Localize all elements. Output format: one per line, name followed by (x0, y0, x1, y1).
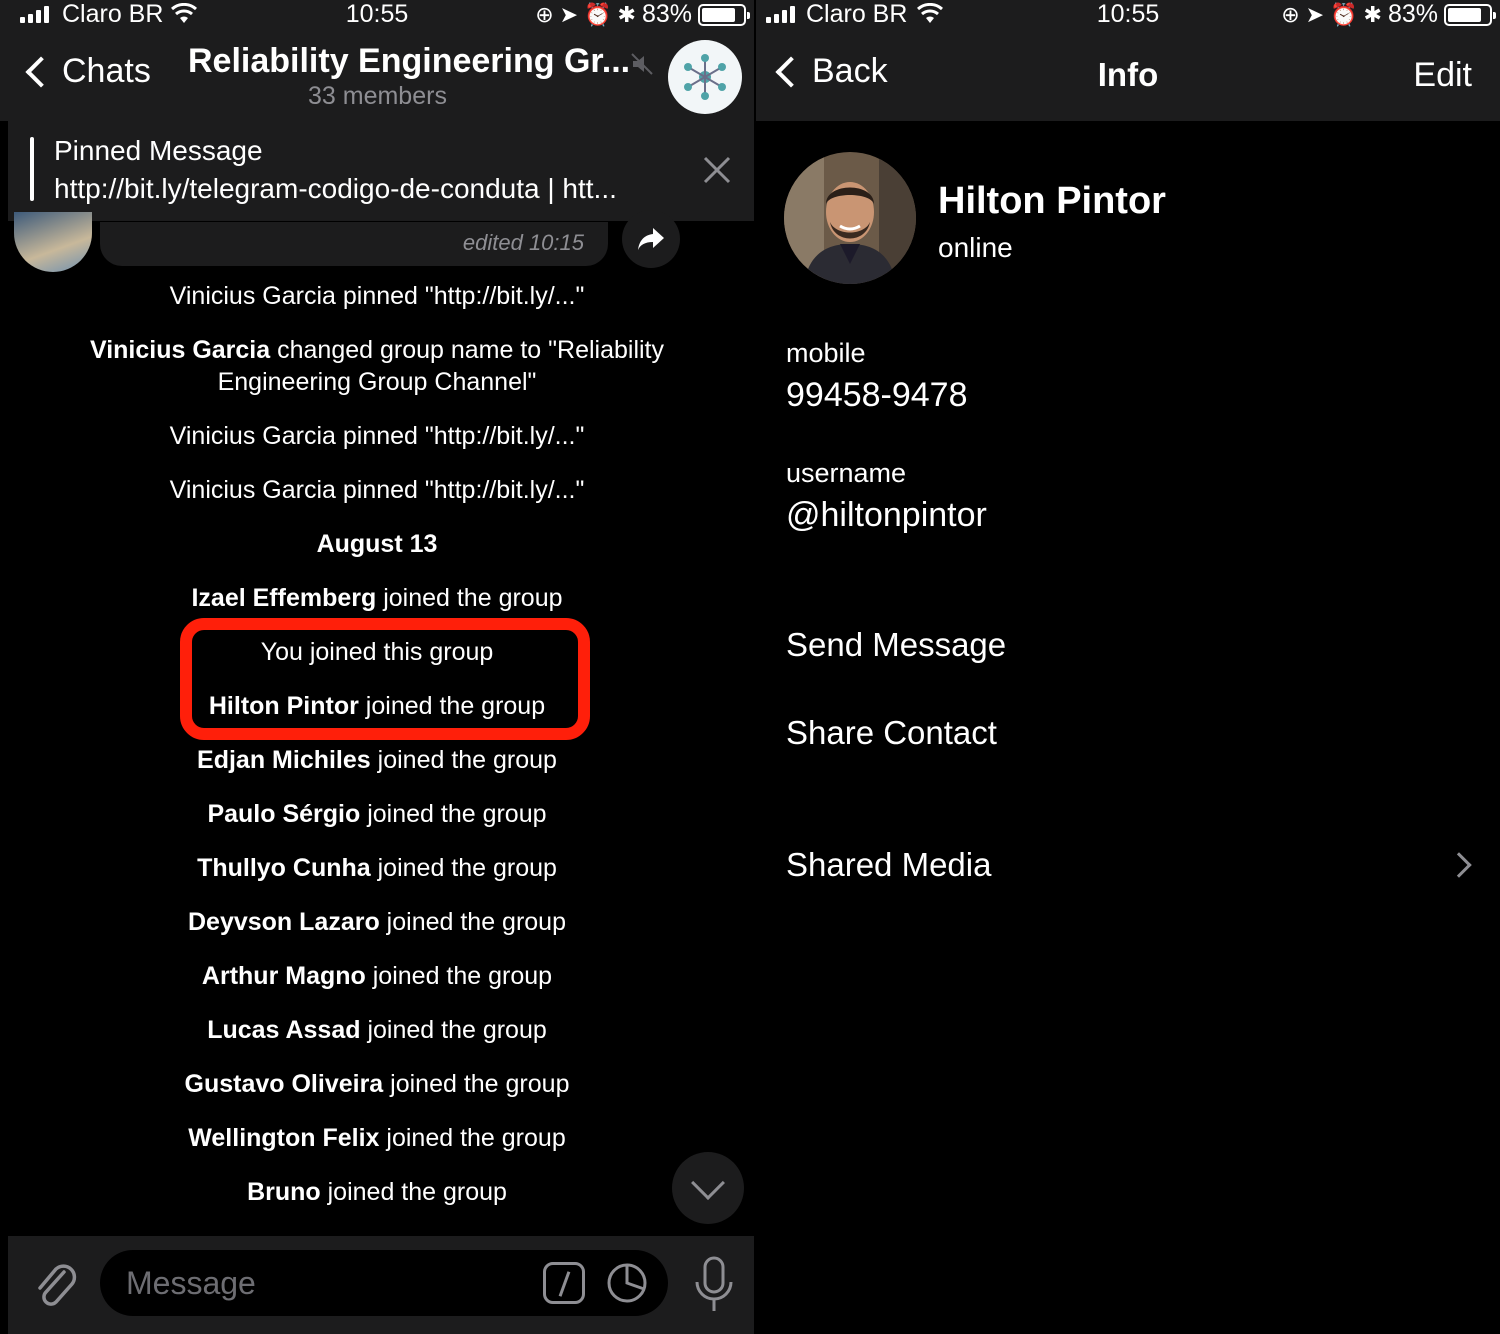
forward-icon (638, 228, 664, 250)
pinned-indicator (30, 137, 34, 201)
battery-percent: 83% (641, 0, 692, 28)
service-message: Vinicius Garcia pinned "http://bit.ly/..… (169, 282, 585, 310)
mobile-label: mobile (786, 338, 866, 368)
member-count: 33 members (308, 82, 447, 110)
join-message: Deyvson Lazaro joined the group (187, 908, 566, 936)
service-message: Vinicius Garcia pinned "http://bit.ly/..… (169, 422, 585, 450)
bluetooth-icon: ✱ (1363, 1, 1382, 27)
microphone-icon[interactable] (692, 1256, 736, 1314)
pinned-text: http://bit.ly/telegram-codigo-de-conduta… (54, 173, 617, 204)
join-message: Wellington Felix joined the group (188, 1124, 566, 1152)
message-bubble[interactable]: edited 10:15 (100, 222, 608, 266)
share-contact-button[interactable]: Share Contact (786, 714, 997, 752)
location-icon: ➤ (559, 1, 579, 27)
back-label: Chats (62, 52, 151, 90)
bot-command-icon[interactable] (543, 1262, 585, 1304)
status-bar: Claro BR 10:55 ⊕ ➤ ⏰ ✱ 83% (0, 0, 754, 30)
service-message: Vinicius Garcia pinned "http://bit.ly/..… (169, 476, 585, 504)
forward-button[interactable] (622, 210, 680, 268)
group-avatar[interactable] (668, 40, 742, 114)
sticker-icon[interactable] (606, 1262, 648, 1304)
join-message: Bruno joined the group (247, 1178, 507, 1206)
alarm-icon: ⏰ (584, 1, 612, 27)
service-message: Vinicius Garcia changed group name to "R… (89, 336, 665, 364)
chevron-right-icon (1446, 852, 1472, 878)
chat-screen: Claro BR 10:55 ⊕ ➤ ⏰ ✱ 83% Chats Reliabi… (0, 0, 754, 1334)
contact-status: online (938, 232, 1013, 263)
info-nav-bar: Back Info Edit (756, 30, 1500, 121)
close-icon[interactable] (702, 155, 732, 185)
username-value[interactable]: @hiltonpintor (786, 496, 987, 535)
network-logo-icon (684, 54, 726, 100)
pinned-message-bar[interactable]: Pinned Message http://bit.ly/telegram-co… (8, 121, 754, 221)
rotation-lock-icon: ⊕ (535, 1, 554, 27)
send-message-button[interactable]: Send Message (786, 626, 1006, 664)
join-message: Gustavo Oliveira joined the group (184, 1070, 570, 1098)
location-icon: ➤ (1305, 1, 1325, 27)
rotation-lock-icon: ⊕ (1281, 1, 1300, 27)
join-message: Edjan Michiles joined the group (197, 746, 557, 774)
profile-avatar[interactable] (784, 152, 916, 284)
mobile-number[interactable]: 99458-9478 (786, 376, 968, 415)
pinned-title: Pinned Message (54, 135, 263, 166)
alarm-icon: ⏰ (1330, 1, 1358, 27)
page-title: Info (1097, 56, 1159, 93)
paperclip-icon[interactable] (34, 1260, 78, 1310)
bluetooth-icon: ✱ (617, 1, 636, 27)
service-message: Engineering Group Channel" (217, 368, 537, 396)
edit-button[interactable]: Edit (1413, 56, 1472, 95)
join-message: Paulo Sérgio joined the group (207, 800, 547, 828)
highlight-annotation (180, 618, 590, 740)
sender-avatar[interactable] (14, 212, 92, 272)
date-separator: August 13 (316, 530, 438, 558)
back-to-chats-button[interactable]: Chats (20, 52, 151, 91)
battery-icon (1444, 3, 1496, 26)
chevron-left-icon (25, 55, 57, 88)
username-label: username (786, 458, 907, 488)
profile-photo-image (784, 152, 916, 284)
contact-name: Hilton Pintor (938, 180, 1166, 222)
status-bar: Claro BR 10:55 ⊕ ➤ ⏰ ✱ 83% (756, 0, 1500, 30)
battery-percent: 83% (1387, 0, 1438, 28)
shared-media-button[interactable]: Shared Media (786, 846, 991, 884)
contact-info-screen: Claro BR 10:55 ⊕ ➤ ⏰ ✱ 83% Back Info Edi… (756, 0, 1500, 1334)
join-message: Izael Effemberg joined the group (191, 584, 563, 612)
edited-timestamp: edited 10:15 (462, 230, 584, 255)
scroll-to-bottom-button[interactable] (672, 1152, 744, 1224)
chevron-down-icon (691, 1166, 725, 1200)
battery-icon (698, 3, 750, 26)
chat-title[interactable]: Reliability Engineering Gr... (188, 42, 630, 81)
chat-nav-bar: Chats Reliability Engineering Gr... 33 m… (0, 30, 754, 121)
muted-icon (631, 53, 653, 75)
message-input-bar (8, 1236, 754, 1334)
join-message: Arthur Magno joined the group (201, 962, 553, 990)
join-message: Thullyo Cunha joined the group (197, 854, 557, 882)
join-message: Lucas Assad joined the group (207, 1016, 547, 1044)
